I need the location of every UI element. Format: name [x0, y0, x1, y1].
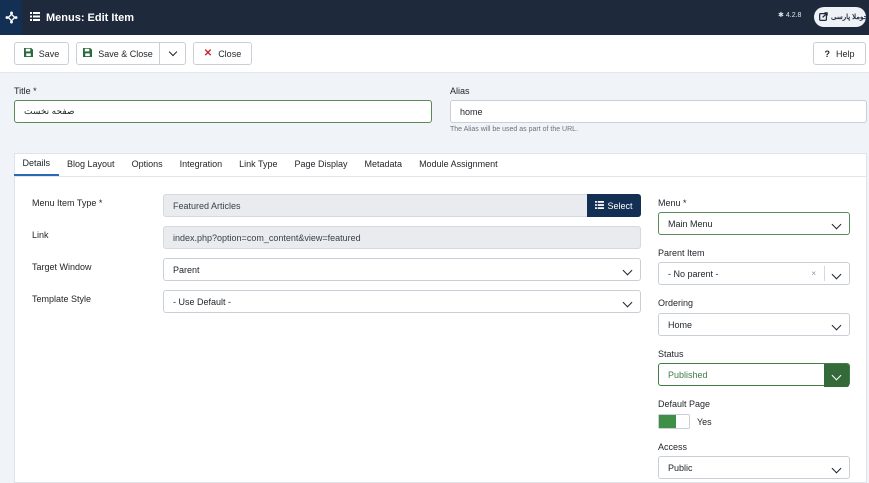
tab-module-assignment[interactable]: Module Assignment: [411, 152, 507, 176]
ordering-label: Ordering: [658, 298, 694, 308]
parent-item-label: Parent Item: [658, 248, 705, 258]
chevron-down-icon: [831, 463, 842, 474]
alias-input[interactable]: home: [450, 100, 867, 123]
help-button[interactable]: ? Help: [813, 42, 866, 65]
tab-integration[interactable]: Integration: [171, 152, 231, 176]
chevron-down-icon: [622, 265, 633, 276]
menu-item-type-field: Featured Articles: [163, 194, 588, 217]
alias-hint: The Alias will be used as part of the UR…: [450, 126, 579, 133]
status-label: Status: [658, 349, 684, 359]
chevron-down-icon: [831, 320, 842, 331]
tab-page-display[interactable]: Page Display: [286, 152, 356, 176]
title-label: Title *: [14, 86, 37, 96]
alias-label: Alias: [450, 86, 470, 96]
default-page-value: Yes: [697, 417, 712, 427]
target-window-select[interactable]: Parent: [163, 258, 641, 281]
floppy-disk-icon: [83, 48, 93, 59]
divider: [824, 266, 825, 281]
toolbar: Save Save & Close ✕ Close ? Help: [0, 35, 869, 73]
access-select[interactable]: Public: [658, 456, 850, 479]
chevron-down-icon: [831, 219, 842, 230]
chevron-down-icon: [168, 47, 177, 57]
link-field: index.php?option=com_content&view=featur…: [163, 226, 641, 249]
tab-details[interactable]: Details: [14, 152, 59, 176]
status-dropdown-toggle[interactable]: [824, 364, 849, 387]
select-menu-item-type-button[interactable]: Select: [587, 194, 641, 217]
status-select[interactable]: Published: [658, 363, 850, 387]
parent-item-select[interactable]: - No parent - ×: [658, 262, 850, 285]
menu-select[interactable]: Main Menu: [658, 212, 850, 235]
chevron-down-icon: [831, 370, 842, 381]
version-badge: ✱ 4.2.8: [778, 11, 802, 20]
view-site-button[interactable]: جوملا پارسی: [814, 7, 866, 27]
page-title-text: Menus: Edit Item: [46, 11, 135, 24]
menu-item-type-label: Menu Item Type *: [32, 198, 103, 208]
menu-label: Menu *: [658, 198, 687, 208]
tab-link-type[interactable]: Link Type: [231, 152, 286, 176]
ordering-select[interactable]: Home: [658, 313, 850, 336]
header-bar: Menus: Edit Item ✱ 4.2.8 جوملا پارسی: [0, 0, 869, 35]
joomla-logo-icon[interactable]: [0, 0, 22, 35]
tab-bar: Details Blog Layout Options Integration …: [14, 153, 867, 177]
close-button[interactable]: ✕ Close: [193, 42, 252, 65]
tab-blog-layout[interactable]: Blog Layout: [59, 152, 124, 176]
floppy-disk-icon: [23, 48, 33, 59]
site-name: جوملا پارسی: [831, 14, 866, 21]
toggle-on-indicator: [659, 415, 676, 428]
template-style-select[interactable]: - Use Default -: [163, 290, 641, 313]
list-icon: [595, 200, 605, 211]
joomla-small-icon: ✱: [778, 12, 784, 19]
external-link-icon: [819, 11, 828, 23]
default-page-toggle[interactable]: [658, 414, 690, 429]
title-input[interactable]: صفحه نخست: [14, 100, 432, 123]
page-title: Menus: Edit Item: [30, 0, 134, 35]
default-page-label: Default Page: [658, 399, 711, 409]
chevron-down-icon: [831, 269, 842, 280]
close-icon: ✕: [203, 48, 213, 59]
list-icon: [30, 11, 40, 24]
target-window-label: Target Window: [32, 262, 92, 272]
access-label: Access: [658, 442, 688, 452]
save-dropdown-toggle[interactable]: [159, 42, 186, 65]
question-icon: ?: [824, 48, 830, 59]
chevron-down-icon: [622, 297, 633, 308]
save-close-button[interactable]: Save & Close: [76, 42, 160, 65]
save-button[interactable]: Save: [14, 42, 69, 65]
clear-icon[interactable]: ×: [811, 269, 816, 278]
tab-options[interactable]: Options: [123, 152, 171, 176]
tab-metadata[interactable]: Metadata: [356, 152, 411, 176]
link-label: Link: [32, 230, 49, 240]
template-style-label: Template Style: [32, 294, 92, 304]
